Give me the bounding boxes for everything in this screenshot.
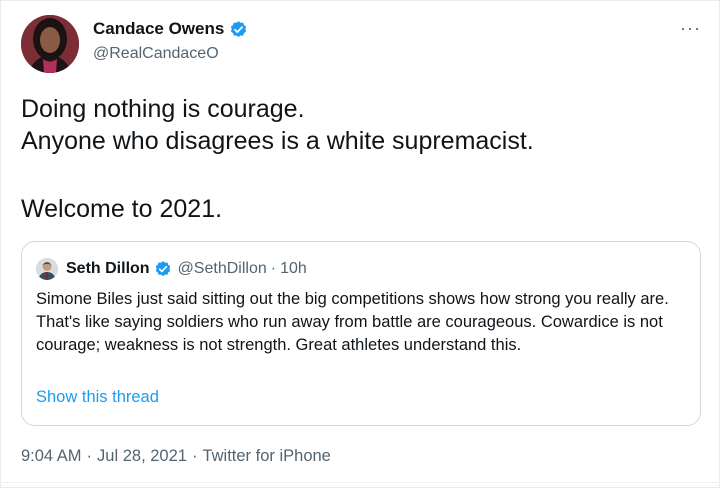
quoted-tweet[interactable]: Seth Dillon @SethDillon · 10h Simone Bil… xyxy=(21,241,701,426)
quoted-author-avatar xyxy=(36,258,58,280)
tweet-line: Doing nothing is courage. xyxy=(21,95,305,123)
verified-badge-icon xyxy=(229,20,248,39)
quoted-author-display-name: Seth Dillon xyxy=(66,260,150,277)
tweet-card: Candace Owens @RealCandaceO ··· Doing no… xyxy=(0,0,720,488)
bottom-divider xyxy=(1,482,720,483)
quoted-author-handle: @SethDillon xyxy=(177,260,267,277)
author-avatar[interactable] xyxy=(21,15,79,73)
tweet-line: Anyone who disagrees is a white supremac… xyxy=(21,127,534,155)
tweet-time[interactable]: 9:04 AM xyxy=(21,447,82,465)
tweet-line: Welcome to 2021. xyxy=(21,195,223,223)
more-options-icon[interactable]: ··· xyxy=(680,19,701,37)
show-thread-link[interactable]: Show this thread xyxy=(36,388,159,407)
author-handle[interactable]: @RealCandaceO xyxy=(93,45,219,63)
separator-dot: · xyxy=(270,260,277,277)
author-display-name[interactable]: Candace Owens xyxy=(93,19,224,39)
avatar-portrait-icon xyxy=(36,258,58,280)
tweet-text: Doing nothing is courage. Anyone who dis… xyxy=(21,93,701,225)
quoted-tweet-text: Simone Biles just said sitting out the b… xyxy=(36,290,669,354)
quoted-tweet-header: Seth Dillon @SethDillon · 10h xyxy=(36,258,307,280)
quoted-tweet-time: 10h xyxy=(280,260,307,277)
separator-dot: · xyxy=(86,447,93,465)
verified-badge-icon xyxy=(154,260,172,278)
avatar-portrait-icon xyxy=(21,15,79,73)
tweet-source[interactable]: Twitter for iPhone xyxy=(202,447,330,465)
separator-dot: · xyxy=(191,447,198,465)
author-name-row: Candace Owens xyxy=(93,19,248,39)
tweet-meta: 9:04 AM · Jul 28, 2021 · Twitter for iPhone xyxy=(21,447,331,466)
tweet-date[interactable]: Jul 28, 2021 xyxy=(97,447,187,465)
